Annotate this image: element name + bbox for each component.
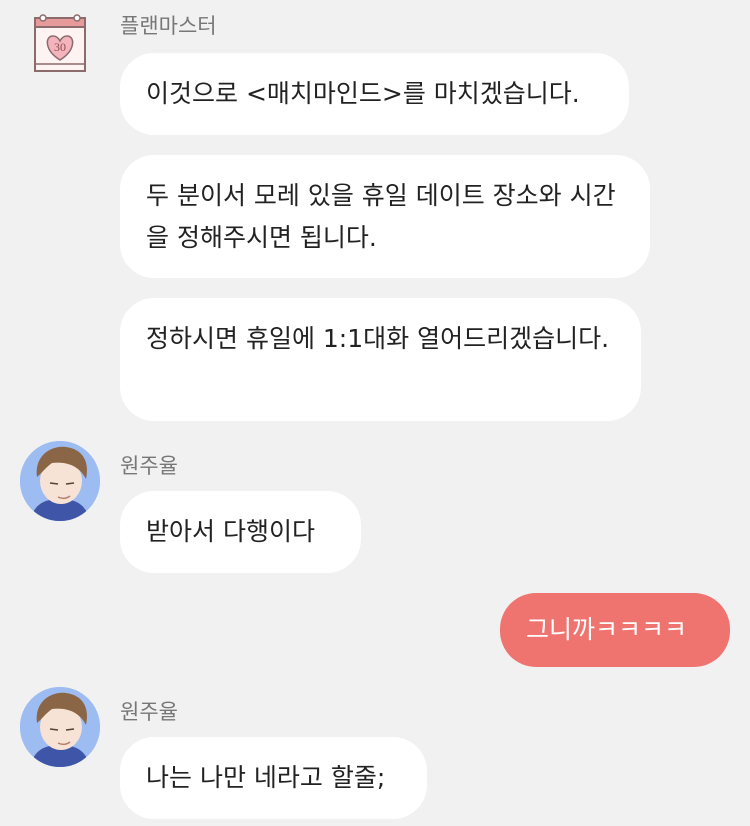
message-text: 이것으로 <매치마인드>를 마치겠습니다.: [146, 79, 580, 108]
message-text: 그니까ㅋㅋㅋㅋ: [526, 615, 688, 644]
sender-name: 원주율: [120, 700, 178, 724]
message-text: 정하시면 휴일에 1:1대화 열어드리겠습니다.: [146, 324, 610, 353]
message-bubble: 받아서 다행이다: [120, 491, 361, 573]
message-bubble: 이것으로 <매치마인드>를 마치겠습니다.: [120, 53, 629, 135]
calendar-heart-icon: 30: [34, 14, 86, 72]
message-bubble: 나는 나만 네라고 할줄;: [120, 737, 427, 819]
svg-text:30: 30: [54, 40, 66, 54]
message-text: 받아서 다행이다: [146, 517, 315, 546]
message-text: 두 분이서 모레 있을 휴일 데이트 장소와 시간을 정해주시면 됩니다.: [146, 181, 616, 252]
message-bubble: 정하시면 휴일에 1:1대화 열어드리겠습니다.: [120, 298, 641, 421]
my-message-bubble: 그니까ㅋㅋㅋㅋ: [500, 593, 730, 667]
sender-name: 원주율: [120, 454, 178, 478]
sender-name: 플랜마스터: [120, 14, 217, 38]
profile-avatar[interactable]: [20, 687, 100, 767]
message-bubble: 두 분이서 모레 있을 휴일 데이트 장소와 시간을 정해주시면 됩니다.: [120, 155, 650, 278]
message-text: 나는 나만 네라고 할줄;: [146, 763, 386, 792]
profile-avatar[interactable]: [20, 441, 100, 521]
